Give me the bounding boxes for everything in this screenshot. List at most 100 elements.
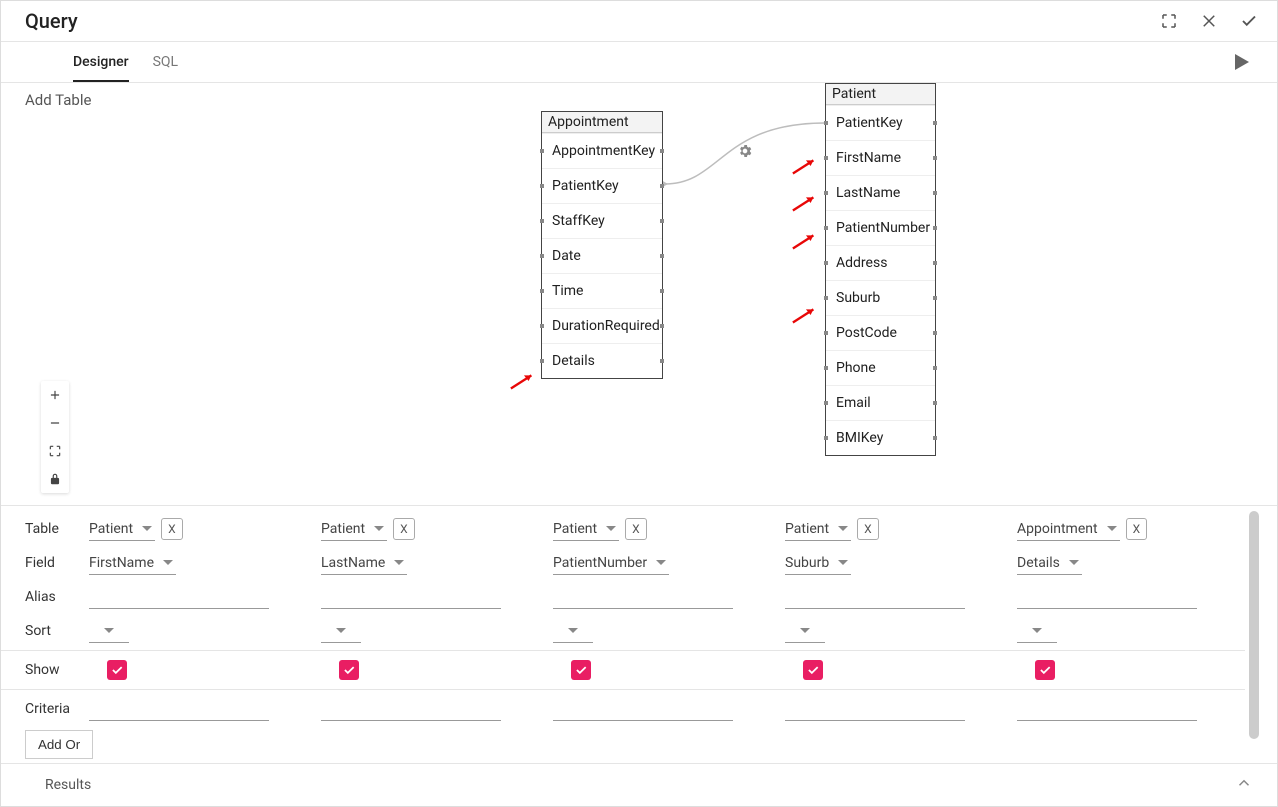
chevron-down-icon [800,628,810,633]
remove-column-button[interactable]: X [161,518,183,540]
chevron-down-icon [374,526,384,531]
column-staffkey[interactable]: StaffKey [542,203,662,238]
tab-designer[interactable]: Designer [73,42,129,82]
chevron-down-icon [838,560,848,565]
sort-dropdown[interactable] [89,619,129,643]
table-header[interactable]: Patient [826,84,935,105]
close-icon[interactable] [1197,9,1221,33]
row-label-show: Show [25,653,85,687]
fit-button[interactable] [41,437,69,465]
chevron-down-icon [336,628,346,633]
table-dropdown[interactable]: Patient [321,517,387,541]
table-dropdown[interactable]: Patient [785,517,851,541]
field-dropdown[interactable]: Details [1017,551,1082,575]
tab-sql[interactable]: SQL [153,42,178,82]
show-checkbox[interactable] [339,660,359,680]
results-label: Results [45,777,91,793]
column-appointmentkey[interactable]: AppointmentKey [542,133,662,168]
criteria-input[interactable] [89,697,269,721]
row-label-alias: Alias [25,580,85,614]
field-dropdown[interactable]: LastName [321,551,407,575]
chevron-down-icon [394,560,404,565]
criteria-input[interactable] [785,697,965,721]
alias-input[interactable] [785,585,965,609]
table-header[interactable]: Appointment [542,112,662,133]
gear-icon[interactable] [737,143,753,159]
table-dropdown[interactable]: Patient [553,517,619,541]
add-or-button[interactable]: Add Or [25,730,93,759]
sort-dropdown[interactable] [321,619,361,643]
column-phone[interactable]: Phone [826,350,935,385]
column-patientnumber[interactable]: PatientNumber [826,210,935,245]
chevron-down-icon [606,526,616,531]
annotation-arrow [791,193,819,213]
row-label-field: Field [25,546,85,580]
show-checkbox[interactable] [1035,660,1055,680]
alias-input[interactable] [321,585,501,609]
chevron-up-icon [1235,774,1253,796]
chevron-down-icon [163,560,173,565]
column-suburb[interactable]: Suburb [826,280,935,315]
chevron-down-icon [568,628,578,633]
row-label-table: Table [25,512,85,546]
table-patient[interactable]: Patient PatientKey FirstName LastName Pa… [825,83,936,456]
chevron-down-icon [1032,628,1042,633]
show-checkbox[interactable] [571,660,591,680]
table-dropdown[interactable]: Appointment [1017,517,1120,541]
zoom-in-button[interactable] [41,381,69,409]
chevron-down-icon [656,560,666,565]
column-durationrequired[interactable]: DurationRequired [542,308,662,343]
column-email[interactable]: Email [826,385,935,420]
remove-column-button[interactable]: X [625,518,647,540]
annotation-arrow [791,305,819,325]
criteria-input[interactable] [321,697,501,721]
column-bmikey[interactable]: BMIKey [826,420,935,455]
zoom-out-button[interactable] [41,409,69,437]
column-postcode[interactable]: PostCode [826,315,935,350]
remove-column-button[interactable]: X [857,518,879,540]
query-grid: Table Patient X Patient X Patient X Patient… [1,505,1277,763]
canvas-tools [41,381,69,493]
annotation-arrow [509,371,537,391]
column-details[interactable]: Details [542,343,662,378]
chevron-down-icon [104,628,114,633]
alias-input[interactable] [1017,585,1197,609]
criteria-input[interactable] [1017,697,1197,721]
sort-dropdown[interactable] [1017,619,1057,643]
sort-dropdown[interactable] [785,619,825,643]
field-dropdown[interactable]: PatientNumber [553,551,669,575]
page-title: Query [25,9,1157,33]
column-patientkey[interactable]: PatientKey [542,168,662,203]
play-icon[interactable] [1229,50,1253,74]
sort-dropdown[interactable] [553,619,593,643]
show-checkbox[interactable] [107,660,127,680]
field-dropdown[interactable]: Suburb [785,551,851,575]
show-checkbox[interactable] [803,660,823,680]
column-firstname[interactable]: FirstName [826,140,935,175]
row-label-sort: Sort [25,614,85,648]
alias-input[interactable] [89,585,269,609]
column-patientkey[interactable]: PatientKey [826,105,935,140]
grid-scrollbar[interactable] [1249,511,1259,739]
chevron-down-icon [142,526,152,531]
add-table-button[interactable]: Add Table [25,91,91,109]
column-address[interactable]: Address [826,245,935,280]
table-appointment[interactable]: Appointment AppointmentKey PatientKey St… [541,111,663,379]
table-dropdown[interactable]: Patient [89,517,155,541]
chevron-down-icon [838,526,848,531]
field-dropdown[interactable]: FirstName [89,551,176,575]
expand-icon[interactable] [1157,9,1181,33]
tabs: Designer SQL [25,42,1229,82]
column-lastname[interactable]: LastName [826,175,935,210]
column-date[interactable]: Date [542,238,662,273]
results-toggle[interactable]: Results [1,763,1277,806]
column-time[interactable]: Time [542,273,662,308]
remove-column-button[interactable]: X [1126,518,1148,540]
annotation-arrow [791,231,819,251]
alias-input[interactable] [553,585,733,609]
remove-column-button[interactable]: X [393,518,415,540]
check-icon[interactable] [1237,9,1261,33]
criteria-input[interactable] [553,697,733,721]
chevron-down-icon [1107,526,1117,531]
lock-icon[interactable] [41,465,69,493]
